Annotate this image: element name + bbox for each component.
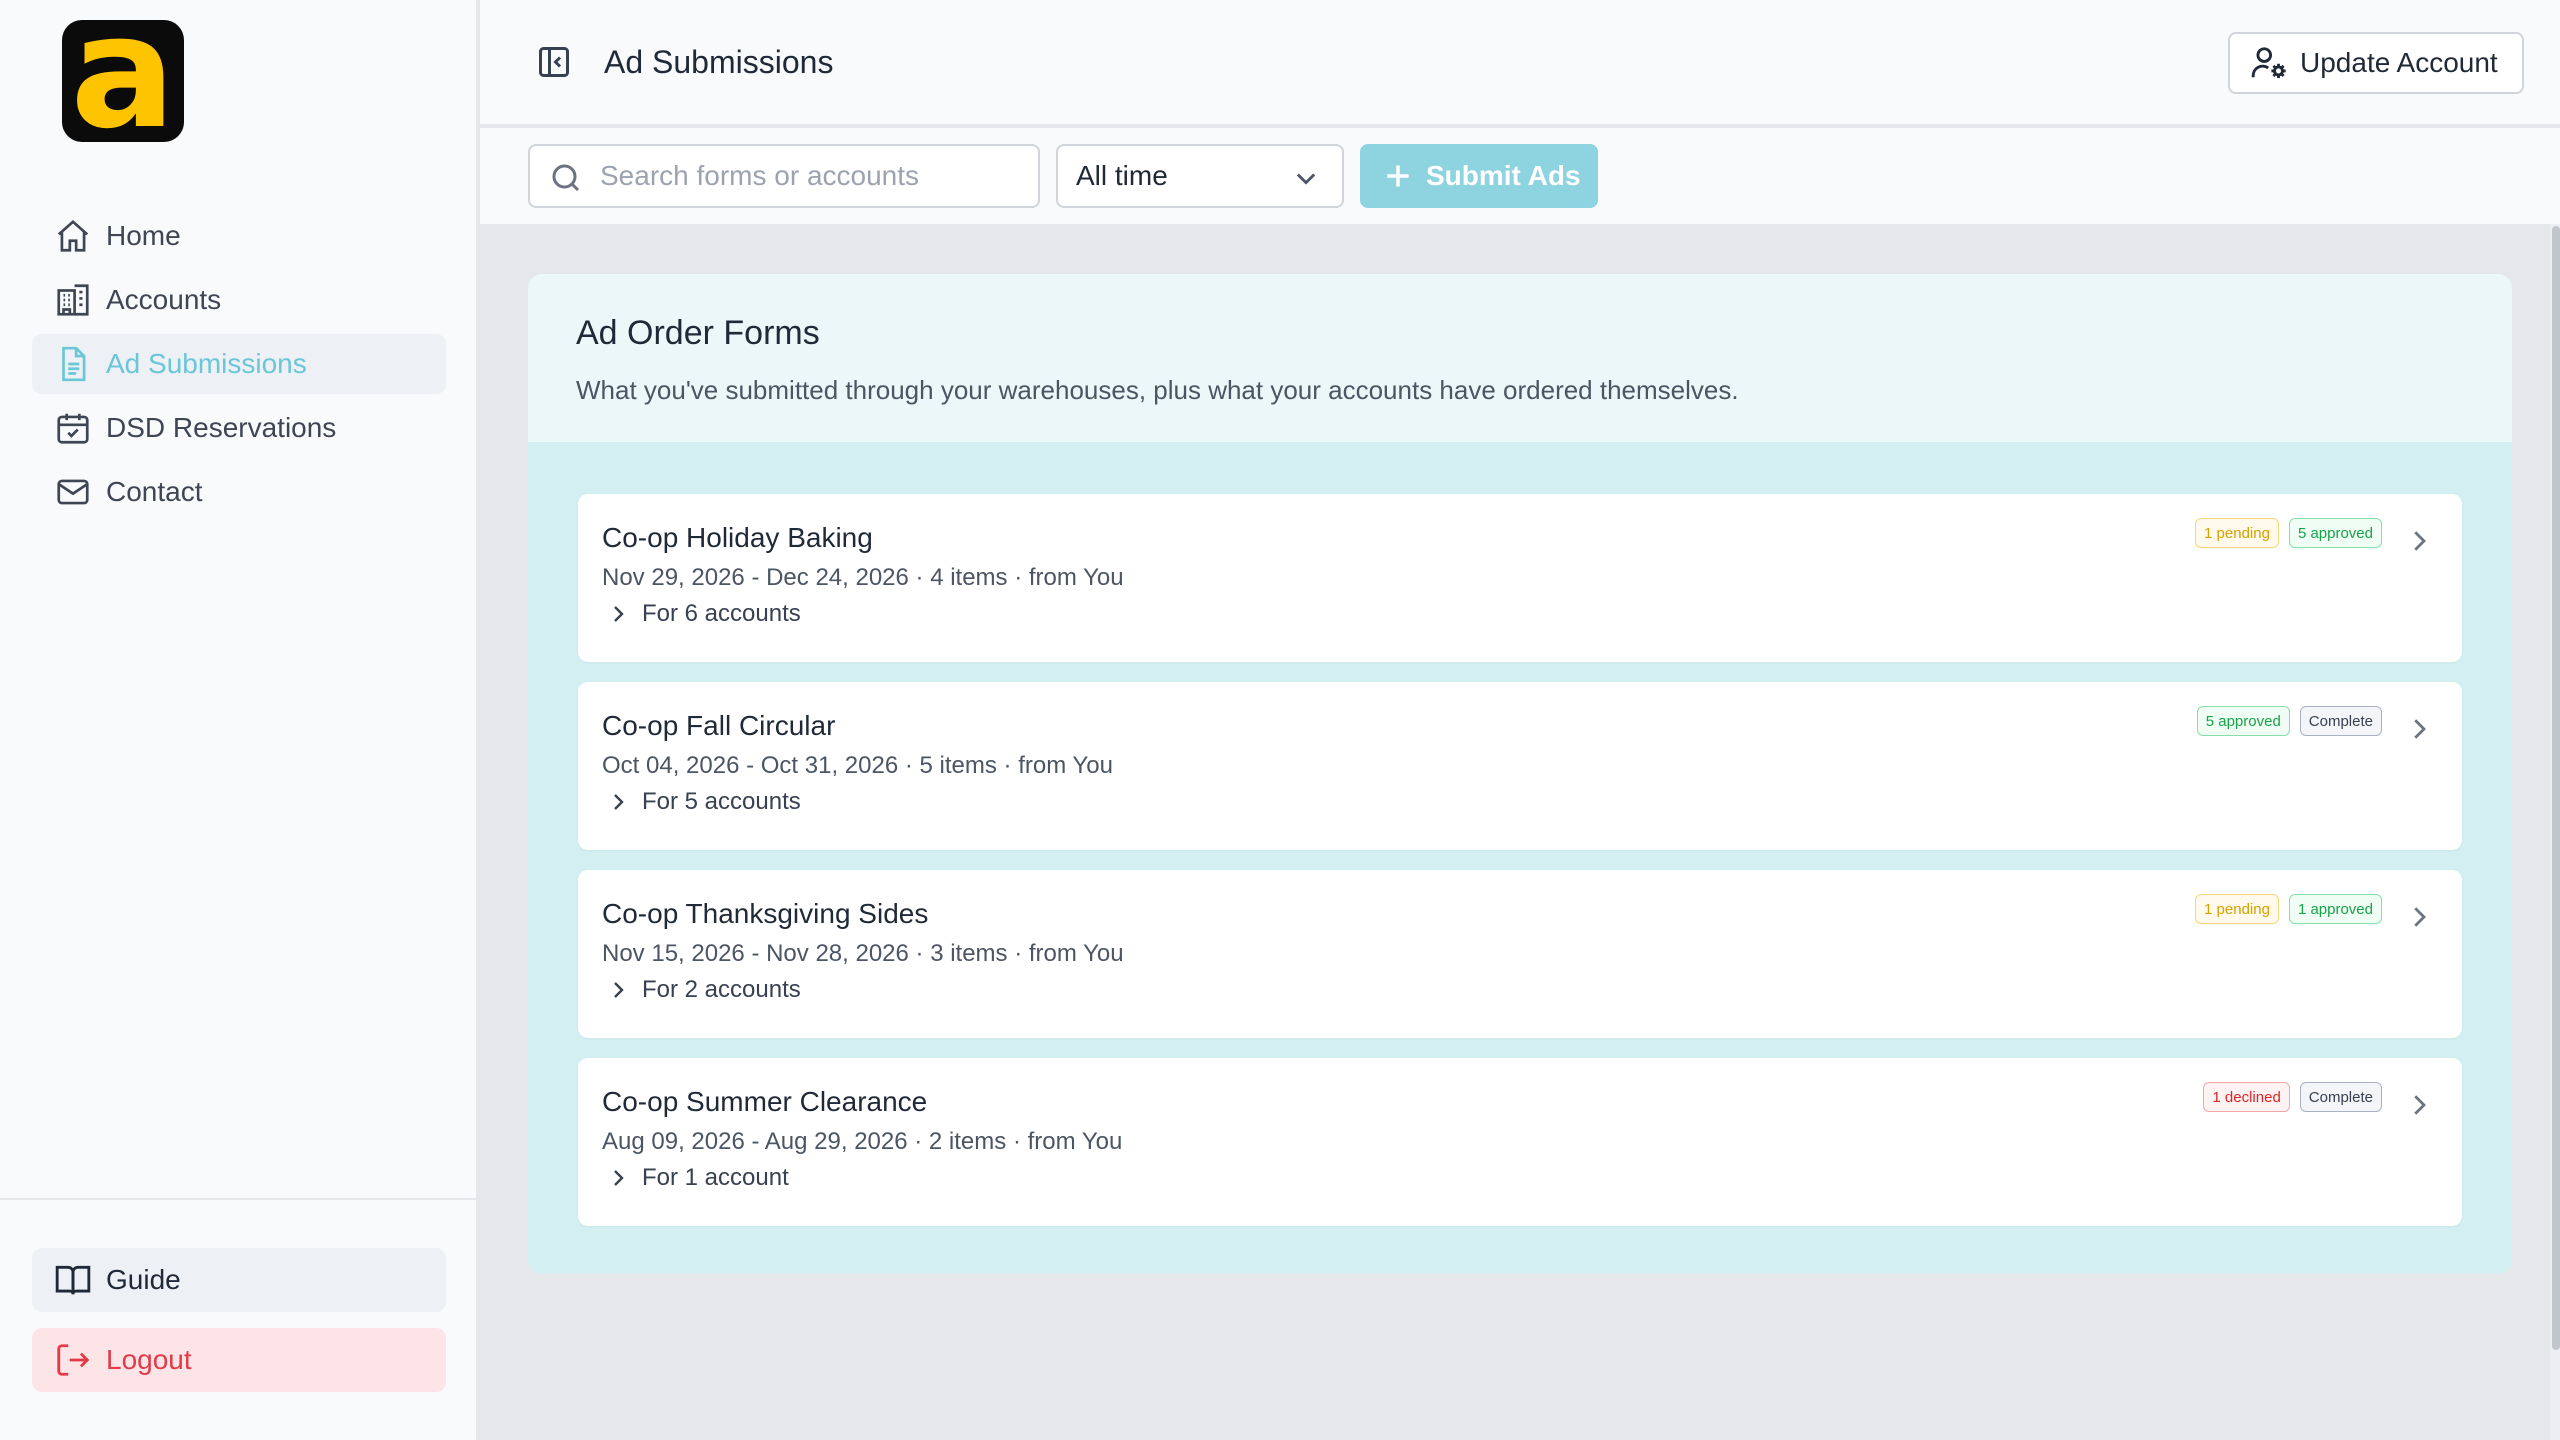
status-badges: 1 pending 5 approved <box>2195 518 2382 548</box>
chevron-right-icon[interactable] <box>2404 1090 2434 1120</box>
logout-label: Logout <box>106 1344 192 1375</box>
top-header: Ad Submissions Update Account <box>480 0 2560 126</box>
card-header: Ad Order Forms What you've submitted thr… <box>528 274 2512 442</box>
sidebar-nav: Home Accounts Ad Submissions DSD Reserva… <box>32 206 446 526</box>
status-badge: 5 approved <box>2196 706 2290 736</box>
guide-label: Guide <box>106 1264 181 1295</box>
accounts-label: For 5 accounts <box>642 788 801 815</box>
form-row[interactable]: Co-op Thanksgiving Sides Nov 15, 2026 - … <box>578 870 2462 1038</box>
page-title: Ad Submissions <box>604 44 834 80</box>
accounts-toggle[interactable]: For 1 account <box>602 1164 789 1192</box>
form-row[interactable]: Co-op Holiday Baking Nov 29, 2026 - Dec … <box>578 494 2462 662</box>
sidebar-item-label: DSD Reservations <box>106 412 337 443</box>
chevron-right-icon <box>606 978 630 1002</box>
form-title: Co-op Thanksgiving Sides <box>602 898 929 929</box>
chevron-right-icon[interactable] <box>2404 714 2434 744</box>
status-badge: 1 declined <box>2203 1082 2290 1112</box>
sidebar-item-accounts[interactable]: Accounts <box>32 270 446 330</box>
form-meta: Aug 09, 2026 - Aug 29, 2026 · 2 items · … <box>602 1128 1123 1155</box>
toolbar: All time Submit Ads <box>480 128 2560 224</box>
status-badge: Complete <box>2299 706 2382 736</box>
book-open-icon <box>54 1261 92 1299</box>
user-settings-icon <box>2250 44 2288 82</box>
sidebar-collapse-icon[interactable] <box>536 44 572 80</box>
form-row[interactable]: Co-op Summer Clearance Aug 09, 2026 - Au… <box>578 1058 2462 1226</box>
card-subtitle: What you've submitted through your wareh… <box>576 375 1739 405</box>
chevron-right-icon <box>606 1166 630 1190</box>
card-title: Ad Order Forms <box>576 314 820 352</box>
scrollbar-thumb[interactable] <box>2552 226 2560 1350</box>
home-icon <box>54 217 92 255</box>
time-filter-value: All time <box>1076 160 1168 191</box>
update-account-label: Update Account <box>2300 47 2498 78</box>
status-badges: 1 declined Complete <box>2203 1082 2382 1112</box>
sidebar-item-dsd-reservations[interactable]: DSD Reservations <box>32 398 446 458</box>
status-badge: 1 pending <box>2195 518 2279 548</box>
logout-icon <box>54 1341 92 1379</box>
sidebar-divider <box>0 1198 478 1200</box>
accounts-label: For 2 accounts <box>642 976 801 1003</box>
status-badge: 1 approved <box>2288 894 2382 924</box>
submit-ads-button[interactable]: Submit Ads <box>1360 144 1598 208</box>
sidebar-item-label: Home <box>106 220 181 251</box>
form-row[interactable]: Co-op Fall Circular Oct 04, 2026 - Oct 3… <box>578 682 2462 850</box>
search-input[interactable] <box>600 154 1020 198</box>
logout-button[interactable]: Logout <box>32 1328 446 1392</box>
chevron-down-icon <box>1292 164 1320 192</box>
status-badge: 1 pending <box>2195 894 2279 924</box>
form-meta: Nov 29, 2026 - Dec 24, 2026 · 4 items · … <box>602 564 1124 591</box>
document-icon <box>54 345 92 383</box>
guide-button[interactable]: Guide <box>32 1248 446 1312</box>
accounts-label: For 6 accounts <box>642 600 801 627</box>
mail-icon <box>54 473 92 511</box>
form-title: Co-op Fall Circular <box>602 710 836 741</box>
sidebar-item-contact[interactable]: Contact <box>32 462 446 522</box>
plus-icon <box>1382 160 1414 192</box>
accounts-toggle[interactable]: For 5 accounts <box>602 788 801 816</box>
forms-list: Co-op Holiday Baking Nov 29, 2026 - Dec … <box>578 494 2462 1246</box>
ad-order-forms-card: Ad Order Forms What you've submitted thr… <box>528 274 2512 1274</box>
sidebar-item-label: Ad Submissions <box>106 348 307 379</box>
sidebar: a Home Accounts Ad Submissions DSD Reser… <box>0 0 478 1440</box>
sidebar-item-label: Accounts <box>106 284 222 315</box>
calendar-check-icon <box>54 409 92 447</box>
form-meta: Nov 15, 2026 - Nov 28, 2026 · 3 items · … <box>602 940 1124 967</box>
chevron-right-icon <box>606 790 630 814</box>
status-badges: 1 pending 1 approved <box>2195 894 2382 924</box>
status-badge: 5 approved <box>2288 518 2382 548</box>
chevron-right-icon[interactable] <box>2404 902 2434 932</box>
chevron-right-icon <box>606 602 630 626</box>
accounts-toggle[interactable]: For 6 accounts <box>602 600 801 628</box>
form-meta: Oct 04, 2026 - Oct 31, 2026 · 5 items · … <box>602 752 1113 779</box>
app-logo[interactable]: a <box>62 20 184 142</box>
form-title: Co-op Holiday Baking <box>602 522 873 553</box>
submit-ads-label: Submit Ads <box>1426 160 1581 191</box>
search-icon <box>548 160 584 196</box>
accounts-label: For 1 account <box>642 1164 789 1191</box>
form-title: Co-op Summer Clearance <box>602 1086 928 1117</box>
status-badges: 5 approved Complete <box>2196 706 2382 736</box>
chevron-right-icon[interactable] <box>2404 526 2434 556</box>
search-box <box>528 144 1040 208</box>
status-badge: Complete <box>2299 1082 2382 1112</box>
sidebar-item-home[interactable]: Home <box>32 206 446 266</box>
sidebar-item-label: Contact <box>106 476 203 507</box>
accounts-toggle[interactable]: For 2 accounts <box>602 976 801 1004</box>
time-filter-select[interactable]: All time <box>1056 144 1344 208</box>
update-account-button[interactable]: Update Account <box>2228 32 2524 94</box>
sidebar-item-ad-submissions[interactable]: Ad Submissions <box>32 334 446 394</box>
building-icon <box>54 281 92 319</box>
